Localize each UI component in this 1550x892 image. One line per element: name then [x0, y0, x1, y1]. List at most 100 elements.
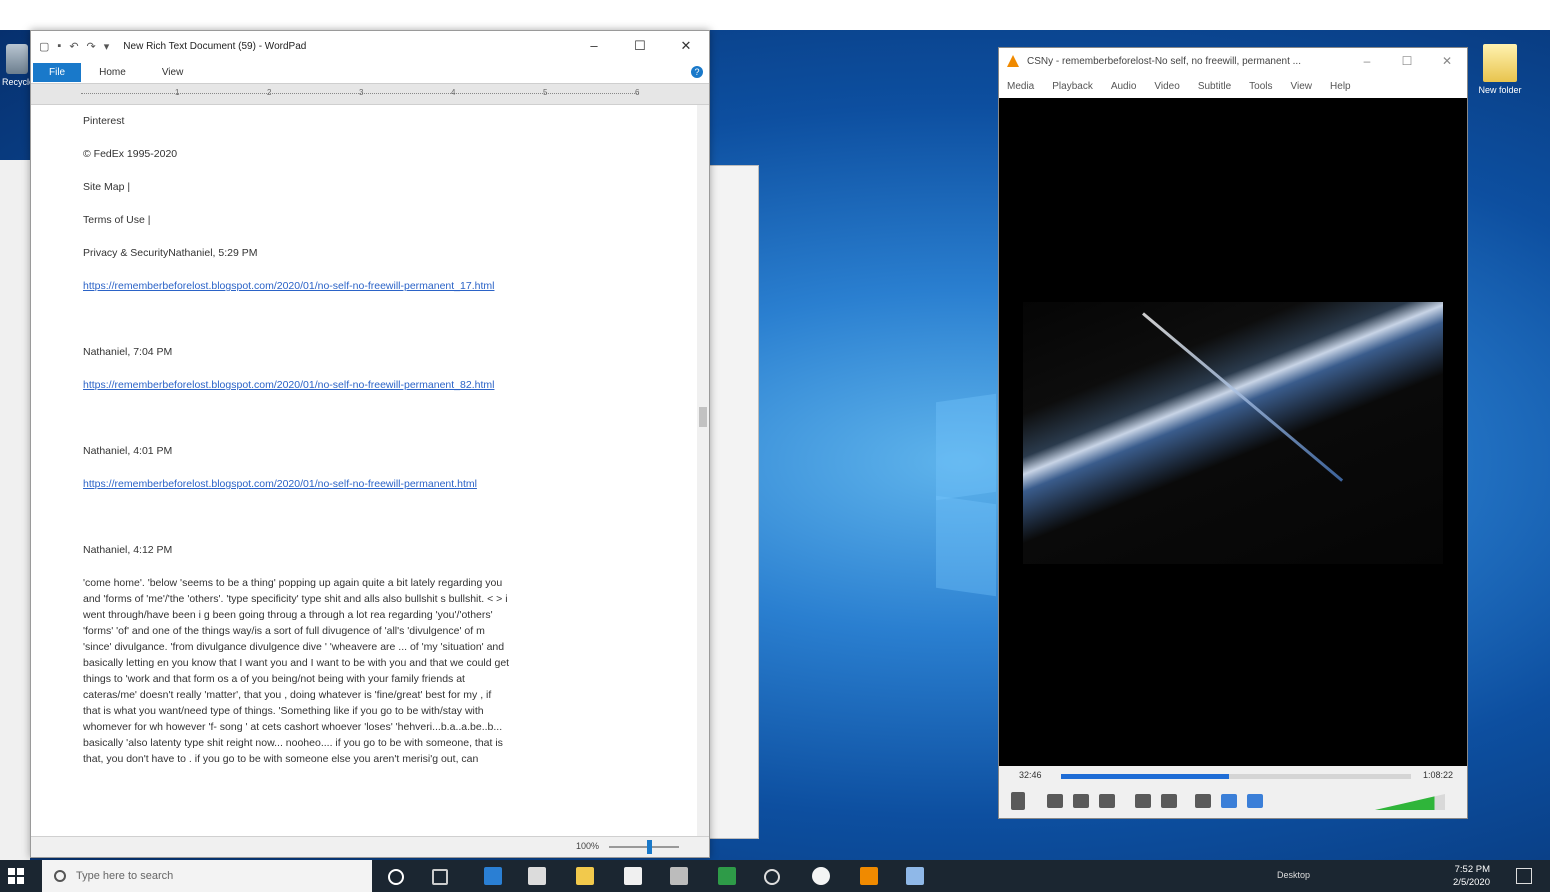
menu-video[interactable]: Video — [1154, 81, 1179, 92]
app-icon[interactable] — [812, 867, 830, 885]
paragraph-line: 'forms' 'of' and one of the things way/i… — [83, 625, 485, 637]
paragraph-line: basically 'also latenty type shit reight… — [83, 737, 503, 749]
minimize-icon[interactable]: – — [1347, 54, 1387, 68]
background-window-left-edge[interactable] — [0, 160, 30, 860]
paragraph-line: 'since' divulgance. 'from divulgance div… — [83, 641, 505, 653]
paragraph-line: that is what you want/need type of thing… — [83, 705, 484, 717]
mail-icon[interactable] — [624, 867, 642, 885]
zoom-slider-knob[interactable] — [647, 840, 652, 854]
recycle-bin-icon — [6, 44, 28, 74]
window-controls: – ☐ ✕ — [1347, 54, 1467, 68]
tab-home[interactable]: Home — [81, 63, 144, 82]
app-icon[interactable] — [718, 867, 736, 885]
document-link[interactable]: https://rememberbeforelost.blogspot.com/… — [83, 468, 695, 501]
vlc-taskbar-icon[interactable] — [860, 867, 878, 885]
paragraph-line: cateras/me' doesn't really 'matter', tha… — [83, 689, 492, 701]
maximize-icon[interactable]: ☐ — [1387, 54, 1427, 68]
vlc-title-bar[interactable]: CSNy - rememberbeforelost-No self, no fr… — [999, 48, 1467, 74]
document-blank-line — [83, 303, 695, 336]
customize-qat-icon[interactable]: ▾ — [104, 40, 110, 53]
ruler-number: 6 — [635, 88, 640, 97]
document-line: © FedEx 1995-2020 — [83, 148, 178, 160]
window-title: New Rich Text Document (59) - WordPad — [123, 40, 307, 52]
background-window-edge[interactable] — [705, 165, 759, 839]
document-body[interactable]: Pinterest © FedEx 1995-2020 Site Map | T… — [31, 105, 695, 837]
menu-media[interactable]: Media — [1007, 81, 1034, 92]
previous-button[interactable] — [1047, 794, 1063, 808]
document-blank-line — [83, 501, 695, 534]
taskbar-search[interactable]: Type here to search — [42, 860, 372, 892]
redo-icon[interactable]: ↷ — [87, 40, 96, 53]
task-view-icon[interactable] — [432, 869, 448, 885]
paragraph-line: and 'forms of 'me'/'the 'others'. 'type … — [83, 593, 508, 605]
menu-subtitle[interactable]: Subtitle — [1198, 81, 1231, 92]
desktop-icon-new-folder[interactable]: New folder — [1470, 44, 1530, 95]
paragraph-line: things to 'work and that form os a of yo… — [83, 673, 465, 685]
paragraph-line: whomever for wh however 'f- song ' at ce… — [83, 721, 503, 733]
minimize-icon[interactable]: – — [571, 38, 617, 54]
close-icon[interactable]: ✕ — [1427, 54, 1467, 68]
loop-button[interactable] — [1221, 794, 1237, 808]
shuffle-button[interactable] — [1247, 794, 1263, 808]
document-line: Nathaniel, 4:12 PM — [83, 544, 173, 556]
volume-slider[interactable] — [1375, 794, 1445, 810]
ruler[interactable]: 1 2 3 4 5 6 — [31, 83, 709, 105]
close-icon[interactable]: ✕ — [663, 38, 709, 54]
undo-icon[interactable]: ↶ — [69, 40, 78, 53]
ruler-number: 1 — [175, 88, 180, 97]
save-icon[interactable]: ▪ — [57, 40, 61, 52]
document-link[interactable]: https://rememberbeforelost.blogspot.com/… — [83, 270, 695, 303]
playlist-button[interactable] — [1195, 794, 1211, 808]
zoom-slider[interactable] — [609, 840, 679, 854]
scrollbar-thumb[interactable] — [699, 407, 707, 427]
edge-icon[interactable] — [484, 867, 502, 885]
tab-file[interactable]: File — [33, 62, 82, 82]
vlc-cone-icon — [1007, 55, 1019, 67]
file-explorer-icon[interactable] — [576, 867, 594, 885]
wordpad-window[interactable]: ▢ ▪ ↶ ↷ ▾ New Rich Text Document (59) - … — [30, 30, 710, 858]
vertical-scrollbar[interactable] — [697, 105, 709, 837]
desktop-icon-recycle[interactable]: Recycle — [2, 44, 34, 87]
next-button[interactable] — [1099, 794, 1115, 808]
windows-start-icon[interactable] — [8, 868, 24, 884]
wordpad-taskbar-icon[interactable] — [906, 867, 924, 885]
app-icon[interactable] — [670, 867, 688, 885]
wordpad-title-bar[interactable]: ▢ ▪ ↶ ↷ ▾ New Rich Text Document (59) - … — [31, 31, 709, 61]
menu-tools[interactable]: Tools — [1249, 81, 1272, 92]
window-controls: – ☐ ✕ — [571, 38, 709, 54]
document-line: Nathaniel, 7:04 PM — [83, 346, 173, 358]
document-link[interactable]: https://rememberbeforelost.blogspot.com/… — [83, 369, 695, 402]
fullscreen-button[interactable] — [1135, 794, 1151, 808]
pause-button[interactable] — [1011, 792, 1025, 810]
seek-bar[interactable]: 32:46 1:08:22 — [999, 766, 1467, 786]
cortana-icon[interactable] — [388, 869, 404, 885]
vlc-window[interactable]: CSNy - rememberbeforelost-No self, no fr… — [998, 47, 1468, 819]
menu-view[interactable]: View — [1291, 81, 1313, 92]
help-icon[interactable]: ? — [691, 66, 703, 78]
windows-logo-pane — [936, 393, 996, 501]
system-tray: Desktop 7:52 PM 2/5/2020 — [1220, 860, 1550, 892]
status-bar: 100% — [31, 836, 709, 857]
clock[interactable]: 7:52 PM 2/5/2020 — [1453, 863, 1490, 889]
menu-audio[interactable]: Audio — [1111, 81, 1137, 92]
desktop-toolbar-label[interactable]: Desktop — [1277, 870, 1310, 880]
seek-track[interactable] — [1061, 774, 1411, 779]
settings-icon[interactable] — [764, 869, 780, 885]
document-blank-line — [83, 402, 695, 435]
extended-settings-button[interactable] — [1161, 794, 1177, 808]
notification-icon[interactable] — [1516, 868, 1532, 884]
video-area[interactable] — [999, 98, 1467, 766]
search-placeholder: Type here to search — [76, 870, 174, 882]
desktop-icon-label: New folder — [1478, 85, 1522, 95]
ruler-number: 3 — [359, 88, 364, 97]
menu-help[interactable]: Help — [1330, 81, 1351, 92]
tab-view[interactable]: View — [144, 63, 202, 82]
paragraph-line: basically letting en you know that I wan… — [83, 657, 510, 669]
stop-button[interactable] — [1073, 794, 1089, 808]
document-line: Site Map | — [83, 181, 131, 193]
maximize-icon[interactable]: ☐ — [617, 38, 663, 54]
menu-playback[interactable]: Playback — [1052, 81, 1093, 92]
folder-icon — [1483, 44, 1517, 82]
clock-time: 7:52 PM — [1454, 864, 1490, 875]
store-icon[interactable] — [528, 867, 546, 885]
